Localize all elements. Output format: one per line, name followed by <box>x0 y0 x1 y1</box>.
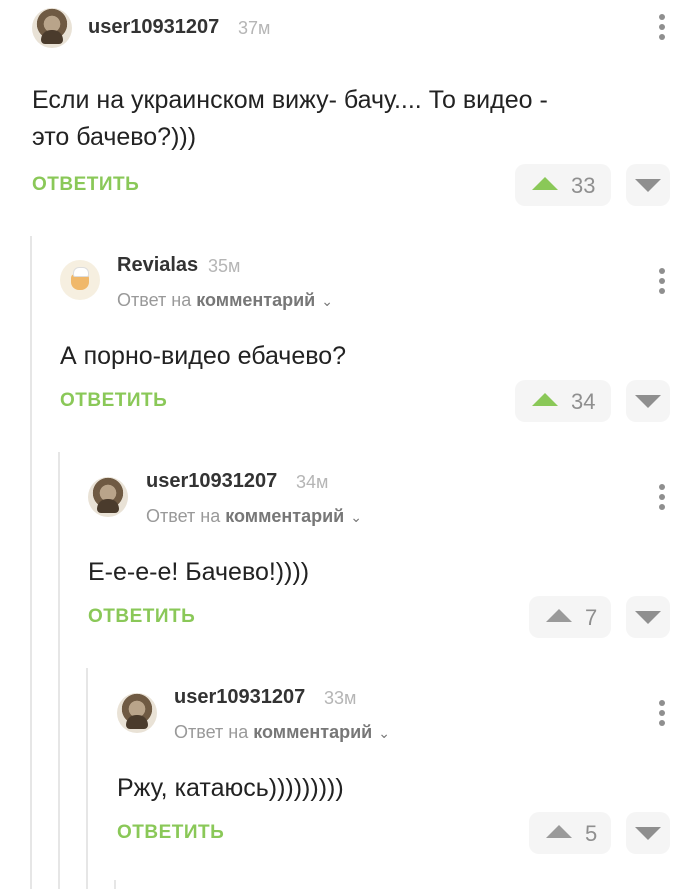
reply-to[interactable]: Ответ на комментарий ⌄ <box>146 506 362 527</box>
downvote-button[interactable] <box>626 812 670 854</box>
more-vert-icon[interactable] <box>659 14 665 40</box>
downvote-icon <box>635 395 661 408</box>
avatar[interactable] <box>117 693 157 733</box>
upvote-button[interactable]: 7 <box>529 596 611 638</box>
comment-text: Е-е-е-е! Бачево!)))) <box>88 558 310 586</box>
avatar[interactable] <box>60 260 100 300</box>
avatar[interactable] <box>88 477 128 517</box>
more-vert-icon[interactable] <box>659 484 665 510</box>
reply-to-target: комментарий <box>225 506 345 526</box>
reply-to-prefix: Ответ на <box>146 506 221 526</box>
reply-to-prefix: Ответ на <box>174 722 249 742</box>
thread-line <box>30 236 32 889</box>
upvote-button[interactable]: 33 <box>515 164 611 206</box>
comment-text: Если на украинском вижу- бачу.... То вид… <box>32 82 548 156</box>
downvote-icon <box>635 827 661 840</box>
reply-to-target: комментарий <box>196 290 316 310</box>
more-vert-icon[interactable] <box>659 268 665 294</box>
reply-button[interactable]: ОТВЕТИТЬ <box>32 174 139 196</box>
comment-time: 34м <box>296 472 329 492</box>
thread-line <box>114 880 116 889</box>
reply-button[interactable]: ОТВЕТИТЬ <box>88 606 195 628</box>
comment-username[interactable]: user10931207 <box>88 16 219 39</box>
comment-username[interactable]: user10931207 <box>146 470 277 493</box>
comment-text: А порно-видео ебачево? <box>60 342 347 370</box>
comment-time: 35м <box>208 256 241 276</box>
chevron-down-icon: ⌄ <box>378 725 390 741</box>
downvote-icon <box>635 611 661 624</box>
thread-line <box>58 452 60 889</box>
downvote-button[interactable] <box>626 380 670 422</box>
comment-text-line: Если на украинском вижу- бачу.... То вид… <box>32 86 548 114</box>
upvote-button[interactable]: 5 <box>529 812 611 854</box>
upvote-button[interactable]: 34 <box>515 380 611 422</box>
comment-time: 37м <box>238 18 271 38</box>
downvote-button[interactable] <box>626 596 670 638</box>
comment-text: Ржу, катаюсь))))))))) <box>117 774 344 802</box>
vote-count: 34 <box>571 389 596 414</box>
upvote-icon <box>546 825 572 838</box>
reply-to-prefix: Ответ на <box>117 290 192 310</box>
vote-count: 33 <box>571 173 596 198</box>
thread-line <box>86 668 88 889</box>
avatar[interactable] <box>32 8 72 48</box>
reply-button[interactable]: ОТВЕТИТЬ <box>117 822 224 844</box>
reply-to-target: комментарий <box>253 722 373 742</box>
comment-username[interactable]: user10931207 <box>174 686 305 709</box>
comment-username[interactable]: Revialas <box>117 254 198 277</box>
comment-text-line: это бачево?))) <box>32 123 197 151</box>
upvote-icon <box>546 609 572 622</box>
upvote-icon <box>532 393 558 406</box>
comment-time: 33м <box>324 688 357 708</box>
vote-count: 5 <box>585 821 598 846</box>
reply-to[interactable]: Ответ на комментарий ⌄ <box>174 722 390 743</box>
chevron-down-icon: ⌄ <box>321 293 333 309</box>
chevron-down-icon: ⌄ <box>350 509 362 525</box>
vote-count: 7 <box>585 605 598 630</box>
reply-to[interactable]: Ответ на комментарий ⌄ <box>117 290 333 311</box>
more-vert-icon[interactable] <box>659 700 665 726</box>
upvote-icon <box>532 177 558 190</box>
downvote-button[interactable] <box>626 164 670 206</box>
downvote-icon <box>635 179 661 192</box>
reply-button[interactable]: ОТВЕТИТЬ <box>60 390 167 412</box>
